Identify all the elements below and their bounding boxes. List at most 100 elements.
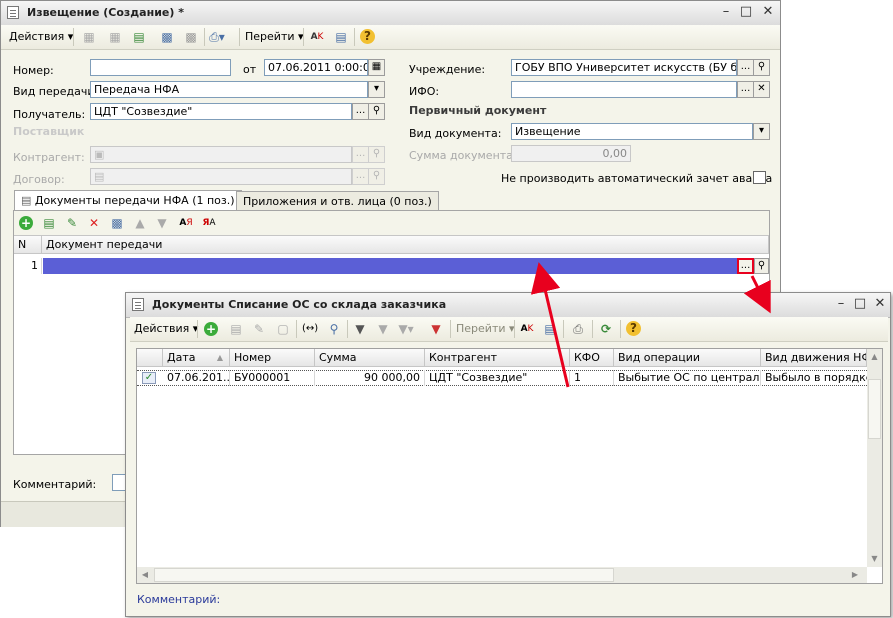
column-header-counterparty[interactable]: Контрагент: [425, 349, 570, 367]
goto-menu[interactable]: Перейти ▾: [456, 321, 515, 337]
chevron-down-icon[interactable]: ▾: [368, 81, 385, 98]
post-icon[interactable]: ▦: [81, 29, 97, 45]
column-header-n[interactable]: N: [14, 236, 42, 254]
add-icon[interactable]: +: [204, 322, 218, 336]
tab-attachments[interactable]: Приложения и отв. лица (0 поз.): [236, 191, 439, 211]
spell-check-icon[interactable]: AK: [519, 321, 535, 337]
structure-icon[interactable]: ▤: [542, 321, 558, 337]
goto-menu[interactable]: Перейти ▾: [245, 29, 304, 45]
edit-icon[interactable]: ✎: [251, 321, 267, 337]
search-icon[interactable]: ⚲: [368, 103, 385, 120]
close-icon[interactable]: ✕: [873, 297, 887, 311]
edit-icon[interactable]: ✎: [64, 215, 80, 231]
filter-history-icon[interactable]: ▼▾: [398, 321, 414, 337]
column-header-transfer-doc[interactable]: Документ передачи: [42, 236, 769, 254]
copy-icon[interactable]: ▤: [228, 321, 244, 337]
doc-type-select[interactable]: Извещение: [511, 123, 753, 140]
column-header-operation[interactable]: Вид операции: [614, 349, 761, 367]
actions-menu[interactable]: Действия ▾: [134, 321, 198, 337]
choose-button[interactable]: ...: [737, 258, 754, 274]
print-icon[interactable]: ⎙▾: [209, 29, 225, 45]
counterparty-field: ▣: [90, 146, 352, 163]
date-field[interactable]: 07.06.2011 0:00:00: [264, 59, 368, 76]
choose-button[interactable]: ...: [352, 103, 369, 120]
calendar-icon[interactable]: ▦: [368, 59, 385, 76]
transfer-type-select[interactable]: Передача НФА: [90, 81, 368, 98]
row-number: 1: [14, 258, 42, 274]
delete-mark-icon[interactable]: ▢: [275, 321, 291, 337]
search-icon[interactable]: ⚲: [754, 258, 769, 274]
help-icon[interactable]: ?: [360, 29, 375, 44]
column-header-movement[interactable]: Вид движения НФА: [761, 349, 867, 367]
recipient-field[interactable]: ЦДТ "Созвездие": [90, 103, 352, 120]
sort-desc-icon[interactable]: ЯA: [201, 215, 217, 231]
institution-field[interactable]: ГОБУ ВПО Университет искусств (БУ без с: [511, 59, 737, 76]
table-row[interactable]: ✓ 07.06.201... БУ000001 90 000,00 ЦДТ "С…: [137, 370, 867, 386]
filter-icon[interactable]: ▼: [352, 321, 368, 337]
vertical-scrollbar[interactable]: ▲ ▼: [867, 349, 882, 567]
end-edit-icon[interactable]: ▩: [109, 215, 125, 231]
doc-type-label: Вид документа:: [409, 127, 502, 140]
minimize-icon[interactable]: –: [719, 5, 733, 19]
ifo-field[interactable]: [511, 81, 737, 98]
horizontal-scrollbar[interactable]: ◀ ▶: [137, 567, 867, 583]
institution-label: Учреждение:: [409, 63, 486, 76]
number-field[interactable]: [90, 59, 231, 76]
maximize-icon[interactable]: □: [853, 297, 867, 311]
filter-value-icon[interactable]: ▼: [375, 321, 391, 337]
scroll-thumb[interactable]: [868, 379, 881, 439]
refresh-icon[interactable]: ⟳: [598, 321, 614, 337]
choose-button[interactable]: ...: [737, 59, 754, 76]
selected-row-cell[interactable]: [43, 258, 737, 274]
scroll-right-icon[interactable]: ▶: [847, 567, 863, 583]
delete-icon[interactable]: ✕: [86, 215, 102, 231]
spell-check-icon[interactable]: AK: [309, 29, 325, 45]
interval-icon[interactable]: (↔): [302, 321, 318, 337]
ifo-label: ИФО:: [409, 85, 440, 98]
close-icon[interactable]: ✕: [761, 5, 775, 19]
save-icon[interactable]: ▩: [159, 29, 175, 45]
column-header-number[interactable]: Номер: [230, 349, 315, 367]
filter-off-icon[interactable]: ▼: [428, 321, 444, 337]
maximize-icon[interactable]: □: [739, 5, 753, 19]
no-auto-offset-checkbox[interactable]: [753, 171, 766, 184]
scroll-thumb[interactable]: [154, 568, 614, 582]
tab-transfer-documents-label: Документы передачи НФА (1 поз.): [34, 194, 235, 207]
save-close-icon[interactable]: ▩: [183, 29, 199, 45]
choose-button: ...: [352, 168, 369, 185]
find-icon[interactable]: ⚲: [326, 321, 342, 337]
clear-icon[interactable]: ✕: [753, 81, 770, 98]
sort-asc-icon: ▲: [216, 353, 223, 362]
unpost-icon[interactable]: ▦: [107, 29, 123, 45]
date-from-label: от: [243, 63, 257, 76]
actions-menu[interactable]: Действия ▾: [9, 29, 73, 45]
structure-icon[interactable]: ▤: [333, 29, 349, 45]
scroll-down-icon[interactable]: ▼: [867, 551, 882, 567]
add-icon[interactable]: +: [19, 216, 33, 230]
column-header-sum[interactable]: Сумма: [315, 349, 425, 367]
search-icon: ⚲: [368, 168, 385, 185]
help-icon[interactable]: ?: [626, 321, 641, 336]
tab-transfer-documents[interactable]: ▤ Документы передачи НФА (1 поз.): [14, 190, 242, 211]
print-icon[interactable]: ⎙: [570, 321, 586, 337]
chevron-down-icon[interactable]: ▾: [753, 123, 770, 140]
move-up-icon[interactable]: ▲: [132, 215, 148, 231]
cell-kfo: 1: [570, 370, 614, 386]
move-down-icon[interactable]: ▼: [154, 215, 170, 231]
copy-icon[interactable]: ▤: [131, 29, 147, 45]
column-header-kfo[interactable]: КФО: [570, 349, 614, 367]
scroll-left-icon[interactable]: ◀: [137, 567, 153, 583]
sort-asc-icon[interactable]: AЯ: [178, 215, 194, 231]
scroll-up-icon[interactable]: ▲: [867, 349, 882, 365]
contract-field: ▤: [90, 168, 352, 185]
add-copy-icon[interactable]: ▤: [41, 215, 57, 231]
minimize-icon[interactable]: –: [834, 297, 848, 311]
toolbar-separator: [197, 320, 198, 338]
choose-button[interactable]: ...: [737, 81, 754, 98]
column-header-date[interactable]: Дата ▲: [163, 349, 230, 367]
search-icon[interactable]: ⚲: [753, 59, 770, 76]
recipient-label: Получатель:: [13, 108, 86, 121]
main-window-title: Извещение (Создание) *: [27, 6, 184, 19]
column-header-icon: [137, 349, 163, 367]
toolbar-separator: [239, 28, 240, 46]
